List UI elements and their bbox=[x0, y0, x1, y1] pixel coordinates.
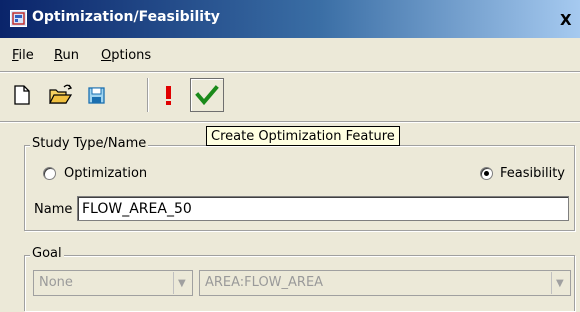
goal-type-select[interactable]: None ▼ bbox=[33, 270, 193, 296]
goal-measure-select[interactable]: AREA:FLOW_AREA ▼ bbox=[199, 270, 571, 296]
open-folder-button[interactable] bbox=[44, 79, 76, 111]
menu-file[interactable]: File bbox=[12, 48, 34, 63]
menu-file-label: ile bbox=[18, 48, 34, 63]
name-label: Name bbox=[34, 202, 73, 217]
toolbar-separator bbox=[147, 78, 149, 112]
window-title: Optimization/Feasibility bbox=[32, 9, 220, 25]
toolbar-separator-bottom bbox=[0, 121, 580, 123]
tooltip: Create Optimization Feature bbox=[206, 126, 400, 146]
new-file-icon bbox=[14, 85, 30, 105]
optimization-radio-label[interactable]: Optimization bbox=[64, 166, 147, 181]
exclamation-icon bbox=[166, 86, 171, 105]
new-file-button[interactable] bbox=[6, 79, 38, 111]
goal-measure-dropdown-button[interactable]: ▼ bbox=[551, 272, 569, 294]
goal-type-value: None bbox=[39, 275, 73, 290]
checkmark-icon bbox=[195, 85, 219, 106]
optimization-radio[interactable] bbox=[43, 167, 56, 180]
chevron-down-icon: ▼ bbox=[556, 278, 564, 289]
goal-legend: Goal bbox=[30, 246, 64, 261]
menu-run[interactable]: Run bbox=[54, 48, 79, 63]
feasibility-radio[interactable] bbox=[480, 167, 493, 180]
app-icon[interactable] bbox=[10, 10, 27, 27]
goal-measure-value: AREA:FLOW_AREA bbox=[205, 275, 324, 290]
menu-options-label: ptions bbox=[111, 48, 152, 63]
save-icon bbox=[88, 87, 105, 104]
close-button[interactable]: X bbox=[560, 10, 580, 30]
create-optimization-feature-button[interactable] bbox=[190, 78, 224, 112]
title-bar[interactable]: Optimization/Feasibility bbox=[0, 0, 580, 38]
feasibility-radio-selected-dot bbox=[484, 171, 489, 176]
chevron-down-icon: ▼ bbox=[178, 278, 186, 289]
goal-type-dropdown-button[interactable]: ▼ bbox=[173, 272, 191, 294]
menu-run-label: un bbox=[62, 48, 79, 63]
open-folder-icon bbox=[49, 84, 73, 104]
study-type-legend: Study Type/Name bbox=[30, 136, 149, 151]
menu-options[interactable]: Options bbox=[101, 48, 151, 63]
toolbar bbox=[0, 73, 580, 120]
menu-bar: File Run Options bbox=[0, 40, 580, 70]
menu-options-mnemonic: O bbox=[101, 48, 112, 63]
feasibility-radio-label[interactable]: Feasibility bbox=[500, 166, 565, 181]
run-button[interactable] bbox=[158, 79, 190, 111]
save-button[interactable] bbox=[80, 79, 112, 111]
name-field[interactable] bbox=[77, 196, 569, 221]
optimization-feasibility-dialog: Optimization/Feasibility X File Run Opti… bbox=[0, 0, 580, 312]
